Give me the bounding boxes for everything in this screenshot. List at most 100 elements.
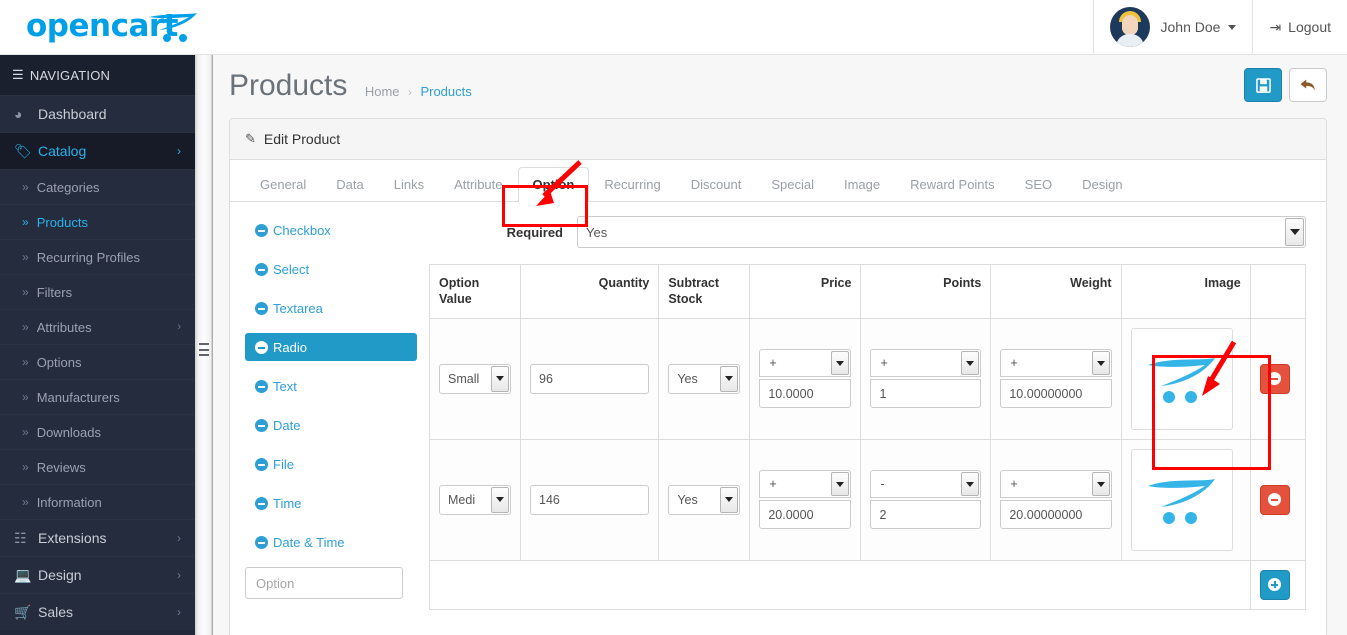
cell-actions — [1249, 438, 1307, 561]
chevron-down-icon[interactable] — [1091, 351, 1110, 375]
remove-option-value-button[interactable] — [1259, 363, 1290, 394]
minus-circle-icon — [255, 302, 268, 315]
angle-double-right-icon: » — [22, 495, 29, 509]
tab-links[interactable]: Links — [379, 167, 439, 202]
tab-special[interactable]: Special — [756, 167, 829, 202]
chevron-down-icon[interactable] — [720, 365, 739, 392]
tab-discount[interactable]: Discount — [676, 167, 757, 202]
breadcrumb-item-products[interactable]: Products — [420, 84, 471, 99]
sidebar-item-manufacturers[interactable]: » Manufacturers — [0, 379, 195, 414]
option-value-select[interactable]: Small — [439, 363, 511, 394]
required-select-value: Yes — [586, 224, 608, 240]
chevron-down-icon[interactable] — [491, 365, 509, 392]
points-prefix-select[interactable]: - — [870, 470, 982, 498]
weight-input[interactable] — [1000, 379, 1112, 408]
weight-prefix-select[interactable]: + — [1000, 349, 1112, 377]
quantity-input[interactable] — [530, 363, 650, 394]
save-button[interactable] — [1244, 68, 1282, 102]
subtract-stock-select[interactable]: Yes — [668, 363, 741, 394]
chevron-down-icon[interactable] — [831, 472, 850, 496]
chevron-down-icon[interactable] — [1091, 472, 1110, 496]
tab-design[interactable]: Design — [1067, 167, 1137, 202]
chevron-down-icon[interactable] — [491, 486, 509, 513]
tab-image[interactable]: Image — [829, 167, 895, 202]
sidebar-item-label: Design — [38, 567, 82, 583]
tab-option[interactable]: Option — [517, 167, 590, 202]
required-select[interactable]: Yes — [577, 216, 1306, 248]
sidebar-item-extensions[interactable]: ☷ Extensions › — [0, 519, 195, 556]
sidebar-item-sales[interactable]: 🛒 Sales › — [0, 593, 195, 630]
back-button[interactable] — [1289, 68, 1327, 102]
quantity-input[interactable] — [530, 484, 650, 515]
chevron-down-icon[interactable] — [720, 486, 739, 513]
minus-circle-icon — [1268, 493, 1282, 506]
sidebar-item-categories[interactable]: » Categories — [0, 169, 195, 204]
price-input[interactable] — [759, 379, 852, 408]
top-bar: opencart John Doe ⇥ Logout — [0, 0, 1347, 55]
chevron-down-icon[interactable] — [961, 472, 980, 496]
option-image-thumbnail[interactable] — [1130, 448, 1233, 551]
chevron-down-icon[interactable] — [1285, 218, 1304, 246]
option-type-file[interactable]: File — [245, 450, 417, 478]
remove-option-value-button[interactable] — [1259, 484, 1290, 515]
tab-reward-points[interactable]: Reward Points — [895, 167, 1010, 202]
breadcrumb-item-home[interactable]: Home — [365, 84, 400, 99]
option-type-textarea[interactable]: Textarea — [245, 294, 417, 322]
sidebar-item-design[interactable]: 💻 Design › — [0, 556, 195, 593]
chevron-down-icon[interactable] — [831, 351, 850, 375]
sidebar-item-options[interactable]: » Options — [0, 344, 195, 379]
sidebar-item-information[interactable]: » Information — [0, 484, 195, 519]
price-input[interactable] — [759, 500, 852, 529]
weight-prefix-select[interactable]: + — [1000, 470, 1112, 498]
hamburger-icon[interactable]: ☰ — [12, 67, 24, 83]
minus-circle-icon — [255, 419, 268, 432]
weight-input[interactable] — [1000, 500, 1112, 529]
points-input[interactable] — [870, 379, 982, 408]
sidebar-item-filters[interactable]: » Filters — [0, 274, 195, 309]
minus-circle-icon — [255, 224, 268, 237]
option-type-radio[interactable]: Radio — [245, 333, 417, 361]
sidebar-item-attributes[interactable]: » Attributes › — [0, 309, 195, 344]
sidebar-item-recurring-profiles[interactable]: » Recurring Profiles — [0, 239, 195, 274]
price-prefix-select[interactable]: + — [759, 349, 852, 377]
add-option-value-button[interactable] — [1259, 569, 1290, 600]
option-type-label: Radio — [273, 340, 307, 355]
option-type-select[interactable]: Select — [245, 255, 417, 283]
cell-option-value: Medi — [429, 438, 521, 561]
option-value-select[interactable]: Medi — [439, 484, 511, 515]
chevron-down-icon[interactable] — [961, 351, 980, 375]
tab-general[interactable]: General — [245, 167, 321, 202]
minus-circle-icon — [255, 536, 268, 549]
option-search-input[interactable] — [245, 567, 403, 599]
option-type-date-time[interactable]: Date & Time — [245, 528, 417, 556]
tab-attribute[interactable]: Attribute — [439, 167, 517, 202]
tab-data[interactable]: Data — [321, 167, 378, 202]
opencart-cart-logo — [1147, 478, 1215, 524]
sidebar-item-products[interactable]: » Products — [0, 204, 195, 239]
sidebar-item-dashboard[interactable]: ◕ Dashboard — [0, 95, 195, 132]
user-menu[interactable]: John Doe — [1094, 0, 1253, 54]
points-input[interactable] — [870, 500, 982, 529]
resize-grip-icon[interactable] — [199, 343, 209, 356]
angle-double-right-icon: » — [22, 215, 29, 229]
logout-button[interactable]: ⇥ Logout — [1253, 0, 1347, 54]
option-type-date[interactable]: Date — [245, 411, 417, 439]
user-name-label: John Doe — [1160, 19, 1221, 35]
option-type-checkbox[interactable]: Checkbox — [245, 216, 417, 244]
sidebar-item-downloads[interactable]: » Downloads — [0, 414, 195, 449]
cell-option-value: Small — [429, 317, 521, 440]
tab-recurring[interactable]: Recurring — [589, 167, 675, 202]
price-prefix-select[interactable]: + — [759, 470, 852, 498]
sidebar-resize-scrollbar[interactable] — [195, 55, 213, 635]
main-content: Products Home › Products ✎ Edit Product … — [213, 55, 1347, 635]
option-type-label: Textarea — [273, 301, 323, 316]
subtract-stock-select[interactable]: Yes — [668, 484, 741, 515]
points-prefix-select[interactable]: + — [870, 349, 982, 377]
sidebar-item-catalog[interactable]: 🏷 Catalog › — [0, 132, 195, 169]
option-type-time[interactable]: Time — [245, 489, 417, 517]
option-type-text[interactable]: Text — [245, 372, 417, 400]
sidebar-item-reviews[interactable]: » Reviews — [0, 449, 195, 484]
sidebar-item-label: Attributes — [36, 319, 92, 335]
tab-seo[interactable]: SEO — [1010, 167, 1067, 202]
option-image-thumbnail[interactable] — [1130, 327, 1233, 430]
